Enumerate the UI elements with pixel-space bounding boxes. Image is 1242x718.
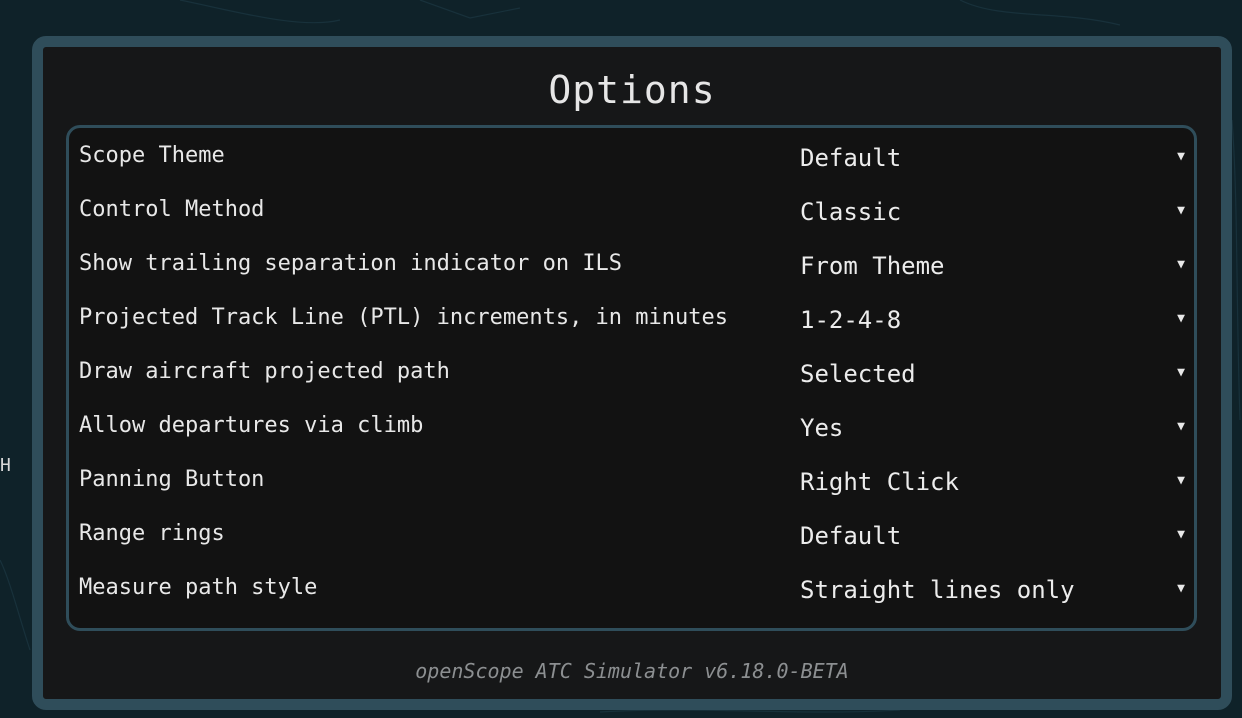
map-edge-label: H: [0, 455, 11, 476]
chevron-down-icon: ▼: [1177, 581, 1185, 596]
option-label: Scope Theme: [79, 143, 225, 168]
trailing-separation-select[interactable]: From Theme ▼: [793, 243, 1193, 297]
projected-path-select[interactable]: Selected ▼: [793, 351, 1193, 405]
option-label: Projected Track Line (PTL) increments, i…: [79, 305, 729, 330]
option-row-ptl-increments: Projected Track Line (PTL) increments, i…: [69, 297, 1194, 351]
option-row-scope-theme: Scope Theme Default ▼: [69, 135, 1194, 189]
option-row-measure-path-style: Measure path style Straight lines only ▼: [69, 567, 1194, 621]
chevron-down-icon: ▼: [1177, 527, 1185, 542]
option-label: Draw aircraft projected path: [79, 359, 450, 384]
option-row-departures-climb: Allow departures via climb Yes ▼: [69, 405, 1194, 459]
dialog-title: Options: [548, 68, 716, 112]
option-row-panning-button: Panning Button Right Click ▼: [69, 459, 1194, 513]
option-row-trailing-separation: Show trailing separation indicator on IL…: [69, 243, 1194, 297]
panning-button-select[interactable]: Right Click ▼: [793, 459, 1193, 513]
chevron-down-icon: ▼: [1177, 257, 1185, 272]
select-value: Default: [800, 144, 902, 172]
chevron-down-icon: ▼: [1177, 365, 1185, 380]
scope-theme-select[interactable]: Default ▼: [793, 135, 1193, 189]
options-dialog: Options Scope Theme Default ▼ Control Me…: [32, 36, 1232, 710]
option-label: Measure path style: [79, 575, 318, 600]
chevron-down-icon: ▼: [1177, 149, 1185, 164]
select-value: Selected: [800, 360, 916, 388]
select-value: Yes: [800, 414, 844, 442]
select-value: 1-2-4-8: [800, 306, 902, 334]
option-label: Show trailing separation indicator on IL…: [79, 251, 623, 276]
select-value: Default: [800, 522, 902, 550]
option-label: Allow departures via climb: [79, 413, 424, 438]
option-label: Panning Button: [79, 467, 265, 492]
chevron-down-icon: ▼: [1177, 311, 1185, 326]
chevron-down-icon: ▼: [1177, 419, 1185, 434]
chevron-down-icon: ▼: [1177, 203, 1185, 218]
select-value: Classic: [800, 198, 902, 226]
version-footer: openScope ATC Simulator v6.18.0-BETA: [415, 659, 849, 683]
select-value: Right Click: [800, 468, 959, 496]
select-value: From Theme: [800, 252, 945, 280]
measure-path-style-select[interactable]: Straight lines only ▼: [793, 567, 1193, 621]
chevron-down-icon: ▼: [1177, 473, 1185, 488]
range-rings-select[interactable]: Default ▼: [793, 513, 1193, 567]
option-label: Range rings: [79, 521, 225, 546]
ptl-increments-select[interactable]: 1-2-4-8 ▼: [793, 297, 1193, 351]
option-row-projected-path: Draw aircraft projected path Selected ▼: [69, 351, 1194, 405]
option-row-control-method: Control Method Classic ▼: [69, 189, 1194, 243]
select-value: Straight lines only: [800, 576, 1075, 604]
option-label: Control Method: [79, 197, 265, 222]
control-method-select[interactable]: Classic ▼: [793, 189, 1193, 243]
option-row-range-rings: Range rings Default ▼: [69, 513, 1194, 567]
departures-climb-select[interactable]: Yes ▼: [793, 405, 1193, 459]
options-list: Scope Theme Default ▼ Control Method Cla…: [66, 125, 1197, 631]
